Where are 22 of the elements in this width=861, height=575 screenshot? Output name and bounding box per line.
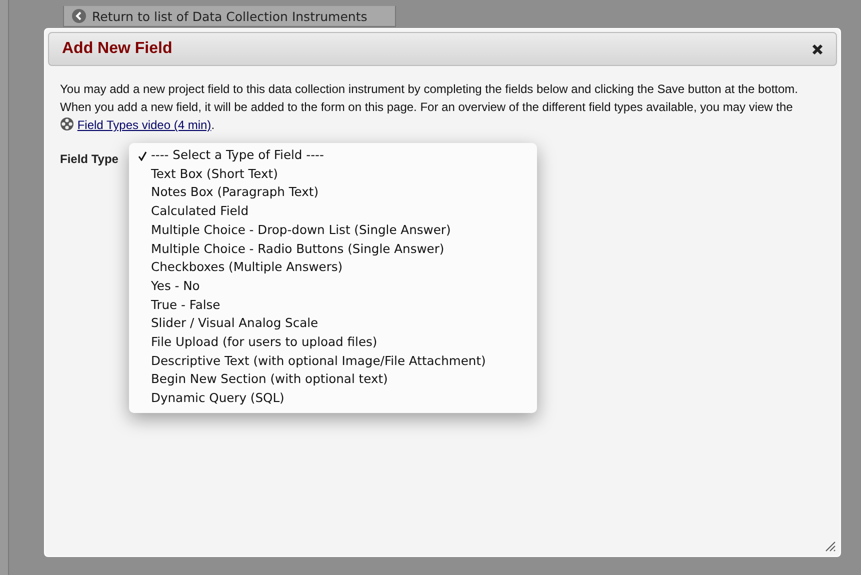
menu-option[interactable]: Begin New Section (with optional text) bbox=[129, 370, 537, 390]
menu-option[interactable]: Checkboxes (Multiple Answers) bbox=[129, 258, 537, 277]
close-icon[interactable] bbox=[812, 44, 823, 54]
menu-option[interactable]: Dynamic Query (SQL) bbox=[129, 389, 537, 408]
menu-option[interactable]: Descriptive Text (with optional Image/File Attachment) bbox=[129, 352, 537, 370]
menu-option[interactable]: Yes - No bbox=[129, 276, 537, 296]
intro-text: You may add a new project field to this data collection instrument by completing the fields below and clicking the Save button at the bottom. When you add a new field, it will be added to the form on this page. For an overview of the different field types available, you may view the Field Types video (4 min). bbox=[60, 81, 799, 134]
menu-option[interactable]: Slider / Visual Analog Scale bbox=[129, 314, 537, 334]
menu-option[interactable]: Multiple Choice - Radio Buttons (Single Answer) bbox=[129, 240, 537, 258]
menu-option[interactable]: ---- Select a Type of Field ---- bbox=[129, 146, 537, 165]
menu-option[interactable]: File Upload (for users to upload files) bbox=[129, 333, 537, 352]
menu-option[interactable]: True - False bbox=[129, 296, 537, 314]
menu-option[interactable]: Notes Box (Paragraph Text) bbox=[129, 183, 537, 202]
menu-option[interactable]: Calculated Field bbox=[129, 202, 537, 221]
dialog-title: Add New Field bbox=[62, 40, 172, 58]
video-link[interactable]: Field Types video (4 min) bbox=[77, 118, 212, 132]
menu-option[interactable]: Multiple Choice - Drop-down List (Single Answer) bbox=[129, 220, 537, 240]
film-reel-icon bbox=[60, 117, 74, 131]
menu-option[interactable]: Text Box (Short Text) bbox=[129, 164, 537, 184]
field-label: Field Type bbox=[60, 152, 118, 166]
resize-grip-icon[interactable] bbox=[825, 541, 836, 552]
back-link[interactable]: Return to list of Data Collection Instruments bbox=[63, 6, 396, 27]
